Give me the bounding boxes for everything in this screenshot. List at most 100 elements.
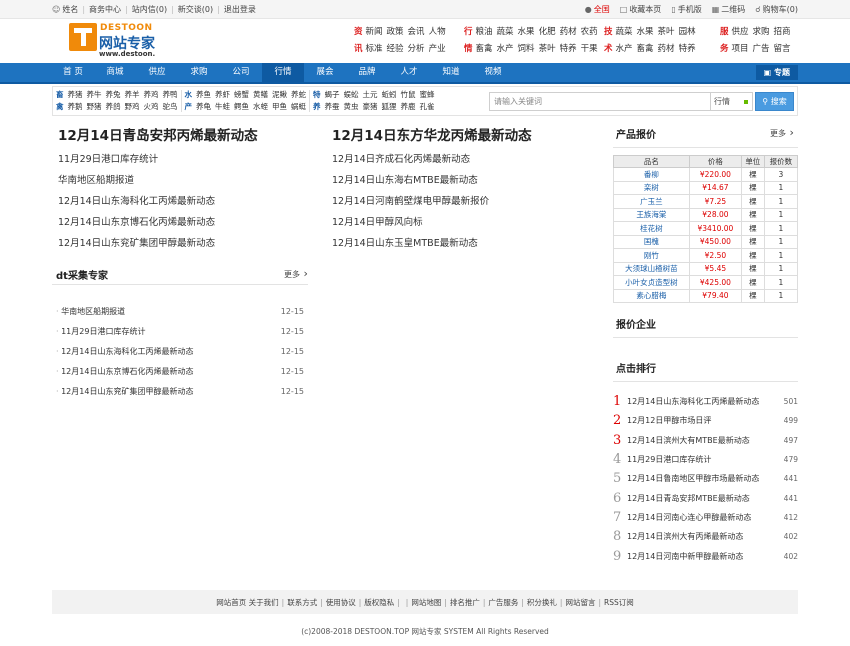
search-input[interactable]: 请输入关键词: [489, 92, 711, 111]
list-item[interactable]: 12月14日山东海科化工丙烯最新动态: [58, 191, 215, 212]
footer-link[interactable]: 网站地图: [411, 597, 441, 608]
category-link[interactable]: 项目: [732, 41, 749, 58]
list-item[interactable]: 4 11月29日港口库存统计 479: [613, 450, 798, 469]
nav-buy[interactable]: 求购: [178, 63, 220, 82]
subnav-link[interactable]: 牛蛙: [215, 101, 230, 113]
nav-company[interactable]: 公司: [220, 63, 262, 82]
list-item[interactable]: 11月29日港口库存统计: [58, 149, 215, 170]
nav-video[interactable]: 视频: [472, 63, 514, 82]
nav-market[interactable]: 行情: [262, 63, 304, 82]
search-type-select[interactable]: 行情: [711, 92, 753, 111]
collector-more-link[interactable]: 更多: [284, 267, 308, 280]
subnav-link[interactable]: 野猪: [87, 101, 102, 113]
category-link[interactable]: 水果: [518, 24, 535, 41]
table-row[interactable]: 王族海棠 ¥28.00 棵 1: [613, 207, 799, 222]
nav-supply[interactable]: 供应: [136, 63, 178, 82]
footer-link[interactable]: RSS订阅: [604, 597, 634, 608]
list-item[interactable]: 12月14日山东京博石化丙烯最新动态12-15: [56, 362, 304, 382]
subnav-link[interactable]: 豪猪: [363, 101, 378, 113]
footer-link[interactable]: 关于我们: [249, 597, 279, 608]
list-item[interactable]: 12月14日山东京博石化丙烯最新动态: [58, 212, 215, 233]
table-row[interactable]: 素心腊梅 ¥79.40 棵 1: [613, 288, 799, 303]
category-link[interactable]: 政策: [387, 24, 404, 41]
subnav-link[interactable]: 养鱼: [196, 89, 211, 101]
subnav-link[interactable]: 养牛: [87, 89, 102, 101]
category-link[interactable]: 标准: [366, 41, 383, 58]
username-link[interactable]: 姓名: [62, 4, 78, 15]
list-item[interactable]: 12月14日山东玉皇MTBE最新动态: [332, 233, 489, 254]
category-link[interactable]: 园林: [679, 24, 696, 41]
business-center-link[interactable]: 商务中心: [89, 4, 121, 15]
subnav-link[interactable]: 水蛭: [253, 101, 268, 113]
category-link[interactable]: 饲料: [518, 41, 535, 58]
category-link[interactable]: 经验: [387, 41, 404, 58]
subnav-link[interactable]: 养兔: [106, 89, 121, 101]
footer-link[interactable]: 广告服务: [488, 597, 518, 608]
nav-brand[interactable]: 品牌: [346, 63, 388, 82]
list-item[interactable]: 12月14日山东兖矿集团甲醇最新动态12-15: [56, 382, 304, 402]
subnav-link[interactable]: 火鸡: [144, 101, 159, 113]
subnav-link[interactable]: 黄鳝: [253, 89, 268, 101]
prices-more-link[interactable]: 更多: [770, 126, 794, 139]
category-link[interactable]: 蔬菜: [497, 24, 514, 41]
list-item[interactable]: 华南地区船期报道: [58, 170, 215, 191]
subnav-link[interactable]: 养猪: [68, 89, 83, 101]
category-link[interactable]: 畜禽: [637, 41, 654, 58]
messages-link[interactable]: 站内信(0): [132, 4, 167, 15]
favorite-link[interactable]: 收藏本页: [629, 5, 661, 14]
list-item[interactable]: 6 12月14日青岛安邦MTBE最新动态 441: [613, 488, 798, 507]
table-row[interactable]: 小叶女贞造型树 ¥425.00 棵 1: [613, 275, 799, 290]
category-link[interactable]: 水果: [637, 24, 654, 41]
subnav-link[interactable]: 蜗蜓: [291, 101, 306, 113]
list-item[interactable]: 华南地区船期报道12-15: [56, 302, 304, 322]
footer-link[interactable]: 使用协议: [326, 597, 356, 608]
list-item[interactable]: 3 12月14日滨州大有MTBE最新动态 497: [613, 431, 798, 450]
category-link[interactable]: 药材: [658, 41, 675, 58]
category-link[interactable]: 农药: [581, 24, 598, 41]
category-link[interactable]: 蔬菜: [616, 24, 633, 41]
subnav-link[interactable]: 蜜蜂: [420, 89, 435, 101]
category-link[interactable]: 产业: [429, 41, 446, 58]
subnav-link[interactable]: 蝎子: [325, 89, 340, 101]
site-logo[interactable]: DESTOON 网站专家 www.destoon.: [69, 23, 175, 59]
category-link[interactable]: 分析: [408, 41, 425, 58]
nav-mall[interactable]: 商城: [94, 63, 136, 82]
subnav-link[interactable]: 蜈蚣: [344, 89, 359, 101]
subnav-link[interactable]: 养龟: [196, 101, 211, 113]
table-row[interactable]: 国槐 ¥450.00 棵 1: [613, 234, 799, 249]
category-link[interactable]: 干果: [581, 41, 598, 58]
list-item[interactable]: 12月14日齐成石化丙烯最新动态: [332, 149, 489, 170]
category-link[interactable]: 茶叶: [658, 24, 675, 41]
subnav-link[interactable]: 甲鱼: [272, 101, 287, 113]
subnav-link[interactable]: 蚯蚓: [382, 89, 397, 101]
subnav-link[interactable]: 野鸡: [125, 101, 140, 113]
list-item[interactable]: 12月14日山东海右MTBE最新动态: [332, 170, 489, 191]
subnav-link[interactable]: 孔雀: [420, 101, 435, 113]
region-link[interactable]: 全国: [594, 5, 610, 14]
category-link[interactable]: 茶叶: [539, 41, 556, 58]
new-chat-link[interactable]: 新交谈(0): [178, 4, 213, 15]
mobile-link[interactable]: 手机版: [678, 5, 702, 14]
table-row[interactable]: 栾树 ¥14.67 棵 1: [613, 180, 799, 195]
list-item[interactable]: 11月29日港口库存统计12-15: [56, 322, 304, 342]
search-button[interactable]: ⚲ 搜索: [755, 92, 794, 111]
footer-link[interactable]: 网站留言: [565, 597, 595, 608]
list-item[interactable]: 8 12月14日滨州大有丙烯最新动态 402: [613, 527, 798, 546]
footer-link[interactable]: 网站首页: [216, 597, 246, 608]
headline-2[interactable]: 12月14日东方华龙丙烯最新动态: [332, 124, 532, 144]
category-link[interactable]: 招商: [774, 24, 791, 41]
special-topic-button[interactable]: ▣ 专题: [755, 65, 798, 80]
table-row[interactable]: 桂花树 ¥3410.00 棵 1: [613, 221, 799, 236]
footer-link[interactable]: 版权隐私: [364, 597, 394, 608]
qrcode-link[interactable]: 二维码: [721, 5, 745, 14]
category-link[interactable]: 求购: [753, 24, 770, 41]
category-link[interactable]: 畜禽: [476, 41, 493, 58]
list-item[interactable]: 7 12月14日河南心连心甲醇最新动态 412: [613, 508, 798, 527]
footer-link[interactable]: 联系方式: [287, 597, 317, 608]
subnav-link[interactable]: 养鸽: [106, 101, 121, 113]
list-item[interactable]: 2 12月12日甲醇市场日评 499: [613, 411, 798, 430]
subnav-link[interactable]: 养鸭: [163, 89, 178, 101]
subnav-link[interactable]: 养鹅: [68, 101, 83, 113]
table-row[interactable]: 大须球山楂树苗 ¥5.45 棵 1: [613, 261, 799, 276]
list-item[interactable]: 1 12月14日山东海科化工丙烯最新动态 501: [613, 392, 798, 411]
